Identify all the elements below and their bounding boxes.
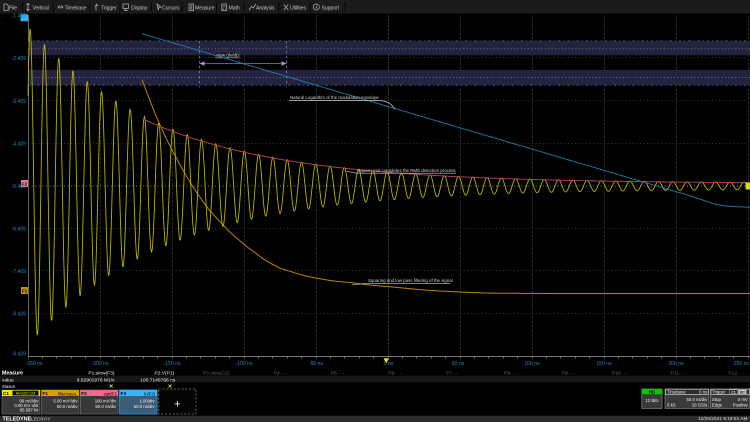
svg-text:Stop: Stop [712,397,721,402]
svg-text:10 GS/s: 10 GS/s [692,403,708,408]
svg-text:-100 ns: -100 ns [236,361,253,367]
svg-text:50.0 ns/div: 50.0 ns/div [134,404,156,409]
svg-text:-250 ns: -250 ns [26,361,43,367]
svg-text:9.92901976 M1/s: 9.92901976 M1/s [77,377,115,383]
svg-text:Support: Support [322,5,340,11]
svg-text:100 ns: 100 ns [524,361,540,367]
svg-text:value: value [2,377,14,383]
svg-text:P9- - -: P9- - - [562,371,576,377]
svg-text:TELEDYNE: TELEDYNE [3,417,32,422]
svg-text:P1:slew(F3): P1:slew(F3) [88,371,114,377]
svg-text:85.587 k#: 85.587 k# [20,408,39,413]
svg-text:F1: F1 [43,391,49,396]
svg-text:-150 ns: -150 ns [164,361,181,367]
svg-text:-9.409: -9.409 [12,352,27,358]
svg-text:F3: F3 [121,391,127,396]
svg-text:+: + [174,399,180,411]
svg-text:50 ns: 50 ns [452,361,465,367]
svg-text:-7.409: -7.409 [12,269,27,275]
svg-text:150 ns: 150 ns [596,361,612,367]
svg-text:50.0 ns/div: 50.0 ns/div [95,404,117,409]
svg-text:AVG|DC1M: AVG|DC1M [16,392,35,396]
svg-text:5 kS: 5 kS [667,403,676,408]
svg-text:P11- - -: P11- - - [671,371,687,377]
svg-text:Edge: Edge [712,403,723,408]
svg-text:F2: F2 [81,391,87,396]
svg-text:0 ns: 0 ns [699,390,707,395]
svg-text:P7- - -: P7- - - [446,371,460,377]
svg-text:C1: C1 [731,390,736,394]
svg-text:Timebase: Timebase [65,5,87,11]
svg-text:Positive: Positive [733,403,749,408]
svg-text:Math: Math [229,5,240,11]
svg-text:-3.409: -3.409 [12,99,27,105]
svg-text:Natural Logarithm of the modul: Natural Logarithm of the modulation enve… [290,95,379,100]
svg-text:-1.409: -1.409 [12,14,27,20]
svg-text:✕: ✕ [109,384,114,390]
svg-text:status: status [2,384,16,390]
svg-text:-8.409: -8.409 [12,312,27,318]
svg-text:Trigger: Trigger [101,5,117,11]
svg-text:100 mV/div: 100 mV/div [95,398,117,403]
svg-text:P3:slew(C2): P3:slew(C2) [203,371,230,377]
svg-text:sqrt(F1: sqrt(F1 [104,391,118,396]
svg-text:-6.409: -6.409 [12,227,27,233]
svg-text:-200 ns: -200 ns [92,361,109,367]
svg-text:Squaring and low pass filterin: Squaring and low pass filtering of the s… [368,278,453,283]
svg-text:Measure: Measure [195,5,215,11]
svg-text:Cursors: Cursors [162,5,180,11]
svg-text:Measure: Measure [2,371,23,377]
svg-text:-50 ns: -50 ns [309,361,324,367]
svg-text:P6- - -: P6- - - [388,371,402,377]
svg-text:Display: Display [131,5,148,11]
svg-text:200 ns: 200 ns [668,361,684,367]
svg-text:50.0 ns/div: 50.0 ns/div [687,397,709,402]
svg-text:P2:V(P1): P2:V(P1) [154,371,174,377]
svg-text:Timebase: Timebase [667,390,686,395]
svg-text:P12- - -: P12- - - [728,371,745,377]
svg-text:-4.409: -4.409 [12,142,27,148]
svg-text:100.7148766 ns: 100.7148766 ns [140,377,176,383]
svg-text:P8- - -: P8- - - [504,371,518,377]
svg-text:12/25/2021 9:19:51 AM: 12/25/2021 9:19:51 AM [698,416,748,422]
svg-text:0 mV: 0 mV [738,397,748,402]
svg-text:DC: DC [740,390,746,394]
svg-text:5.00 mV²/div: 5.00 mV²/div [53,398,78,403]
svg-text:HD: HD [649,390,656,395]
svg-text:C1: C1 [3,391,9,396]
svg-text:0 ns: 0 ns [384,361,394,367]
svg-text:12 Bits: 12 Bits [645,398,658,403]
svg-text:50.0 ns/div: 50.0 ns/div [57,404,79,409]
svg-text:Analysis: Analysis [256,5,275,11]
svg-text:Trigger: Trigger [712,390,726,395]
svg-text:-5.409: -5.409 [12,184,27,190]
svg-text:250 ns: 250 ns [734,361,750,367]
svg-text:ln(F2): ln(F2) [144,391,155,396]
svg-text:LECROY: LECROY [31,417,51,422]
svg-text:P10- - -: P10- - - [612,371,629,377]
svg-text:filter(squa..: filter(squa.. [58,391,78,396]
svg-text:Vertical: Vertical [33,5,49,11]
svg-text:File: File [9,5,17,11]
svg-text:Utilities: Utilities [290,5,306,11]
svg-text:P4- - -: P4- - - [274,371,288,377]
svg-text:F1: F1 [22,289,28,294]
svg-text:P5- - -: P5- - - [331,371,345,377]
svg-text:1.00/div: 1.00/div [139,398,155,403]
svg-text:-2.409: -2.409 [12,56,27,62]
svg-text:Square root completes the RMS: Square root completes the RMS detection … [358,168,457,173]
